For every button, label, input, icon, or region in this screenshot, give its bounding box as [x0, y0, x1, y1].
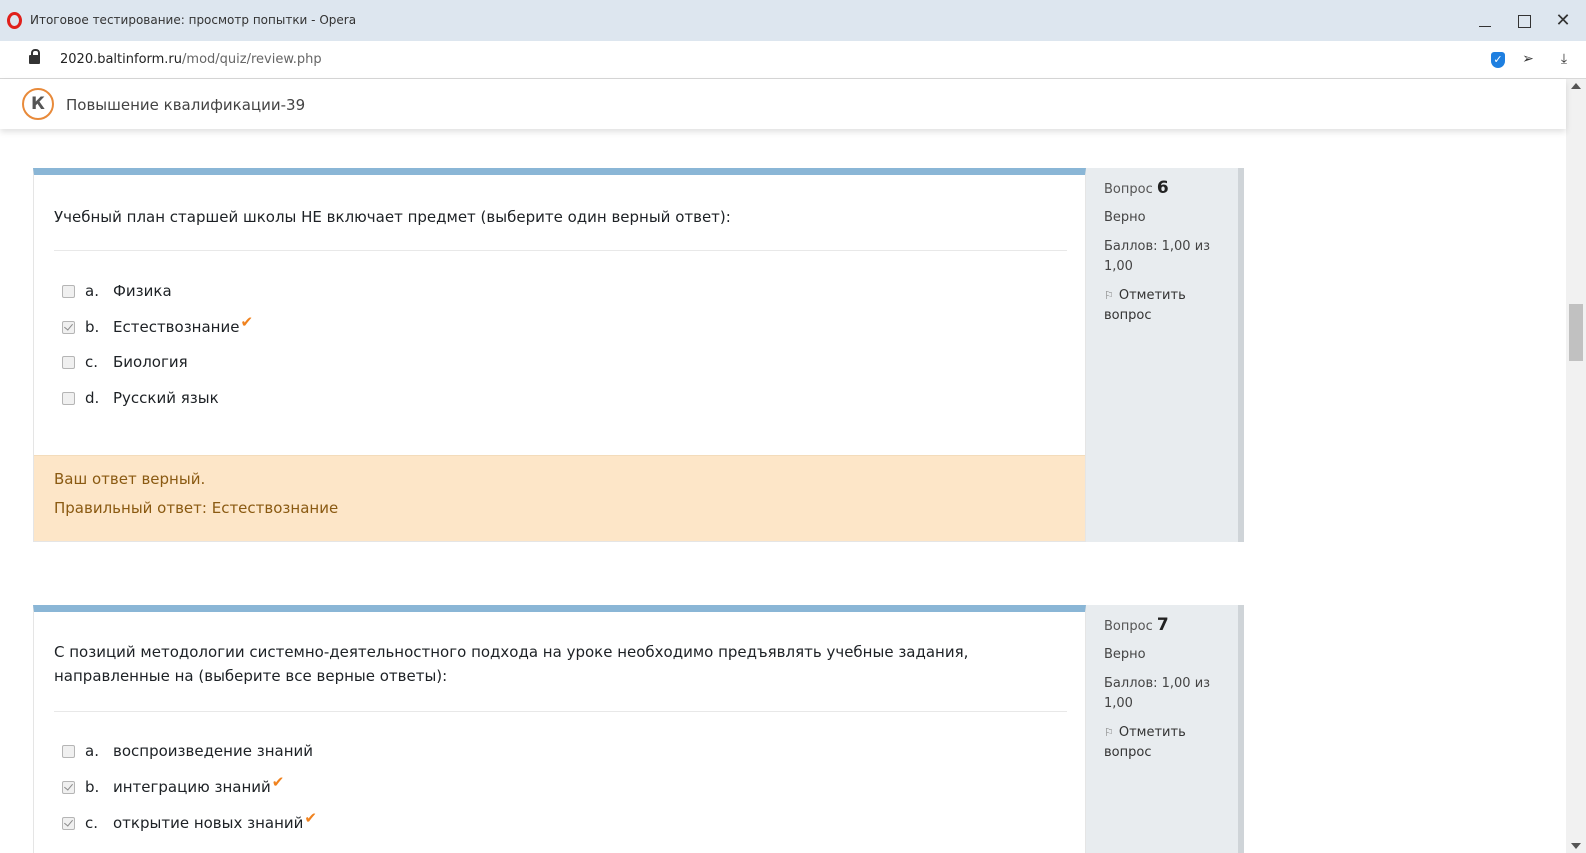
window-titlebar: Итоговое тестирование: просмотр попытки …	[0, 0, 1586, 41]
question-text: С позиций методологии системно-деятельно…	[54, 643, 969, 685]
answer-checkbox[interactable]	[62, 284, 75, 298]
answer-option: c. Биология	[62, 351, 188, 373]
answer-letter: b.	[85, 778, 100, 796]
answer-option: a. Физика	[62, 280, 172, 302]
page-scrollbar[interactable]	[1566, 79, 1586, 853]
answer-text: Русский язык	[113, 389, 219, 407]
question-state: Верно	[1104, 647, 1146, 662]
divider	[54, 250, 1067, 251]
correct-tick-icon: ✔	[271, 773, 285, 791]
scroll-thumb[interactable]	[1569, 304, 1583, 361]
flag-icon[interactable]: ⚐	[1104, 286, 1114, 306]
answer-text: интеграцию знаний	[113, 778, 271, 796]
question-number: Вопрос 6	[1104, 178, 1169, 198]
answer-text: воспроизведение знаний	[113, 742, 313, 760]
answer-text: Естествознание	[113, 318, 240, 336]
site-logo-icon[interactable]: К	[22, 88, 54, 120]
feedback-result: Ваш ответ верный.	[54, 470, 206, 488]
question-content: С позиций методологии системно-деятельно…	[33, 605, 1086, 853]
opera-logo-icon[interactable]	[7, 12, 22, 29]
answer-letter: d.	[85, 389, 100, 407]
correct-tick-icon: ✔	[240, 313, 254, 331]
question-grade: Баллов: 1,00 из 1,00	[1104, 676, 1211, 711]
scroll-up-icon[interactable]	[1571, 83, 1581, 89]
lock-icon[interactable]	[29, 49, 40, 65]
flag-icon[interactable]: ⚐	[1104, 723, 1114, 743]
answer-checkbox[interactable]	[62, 320, 75, 334]
site-title[interactable]: Повышение квалификации-39	[66, 96, 305, 114]
send-icon[interactable]: ➢	[1519, 50, 1537, 68]
answer-checkbox[interactable]	[62, 816, 75, 830]
answer-option: d. Русский язык	[62, 387, 219, 409]
answer-letter: c.	[85, 353, 99, 371]
question-grade: Баллов: 1,00 из 1,00	[1104, 239, 1211, 274]
flag-question-link[interactable]: ⚐ Отметить вопрос	[1104, 723, 1194, 763]
window-title: Итоговое тестирование: просмотр попытки …	[30, 13, 357, 27]
divider	[54, 711, 1067, 712]
question-info: Вопрос 7 Верно Баллов: 1,00 из 1,00 ⚐ Отм…	[1086, 605, 1244, 853]
answer-option: b. интеграцию знаний ✔	[62, 773, 285, 798]
question-number: Вопрос 7	[1104, 615, 1169, 635]
answer-option: c. открытие новых знаний ✔	[62, 809, 317, 834]
question-block: С позиций методологии системно-деятельно…	[33, 605, 1244, 853]
url-host: 2020.baltinform.ru	[60, 52, 183, 67]
answer-letter: c.	[85, 814, 99, 832]
answer-letter: a.	[85, 282, 99, 300]
address-bar[interactable]: 2020.baltinform.ru/mod/quiz/review.php ✓…	[0, 41, 1586, 79]
answer-checkbox[interactable]	[62, 744, 75, 758]
question-text: Учебный план старшей школы НЕ включает п…	[54, 208, 731, 226]
question-info: Вопрос 6 Верно Баллов: 1,00 из 1,00 ⚐ Отм…	[1086, 168, 1244, 542]
answer-feedback: Ваш ответ верный. Правильный ответ: Есте…	[34, 455, 1085, 541]
answer-text: Физика	[113, 282, 172, 300]
url-field[interactable]: 2020.baltinform.ru/mod/quiz/review.php	[60, 52, 322, 67]
answer-checkbox[interactable]	[62, 355, 75, 369]
vpn-shield-icon[interactable]: ✓	[1491, 52, 1505, 68]
minimize-button[interactable]	[1473, 9, 1497, 33]
question-block: Учебный план старшей школы НЕ включает п…	[33, 168, 1244, 542]
download-icon[interactable]: ⤓	[1555, 50, 1573, 68]
close-button[interactable]: ✕	[1551, 9, 1575, 33]
answer-text: Биология	[113, 353, 188, 371]
answer-text: открытие новых знаний	[113, 814, 304, 832]
flag-question-link[interactable]: ⚐ Отметить вопрос	[1104, 286, 1194, 326]
feedback-correct-answer: Правильный ответ: Естествознание	[54, 499, 339, 517]
maximize-button[interactable]	[1512, 9, 1536, 33]
question-state: Верно	[1104, 210, 1146, 225]
answer-checkbox[interactable]	[62, 780, 75, 794]
url-path: /mod/quiz/review.php	[182, 52, 322, 67]
answer-option: b. Естествознание ✔	[62, 313, 254, 338]
correct-tick-icon: ✔	[304, 809, 317, 827]
answer-checkbox[interactable]	[62, 391, 75, 405]
question-content: Учебный план старшей школы НЕ включает п…	[33, 168, 1086, 542]
scroll-down-icon[interactable]	[1571, 843, 1581, 849]
site-header: К Повышение квалификации-39	[0, 79, 1566, 129]
answer-option: a. воспроизведение знаний	[62, 740, 313, 762]
answer-letter: a.	[85, 742, 99, 760]
answer-letter: b.	[85, 318, 100, 336]
